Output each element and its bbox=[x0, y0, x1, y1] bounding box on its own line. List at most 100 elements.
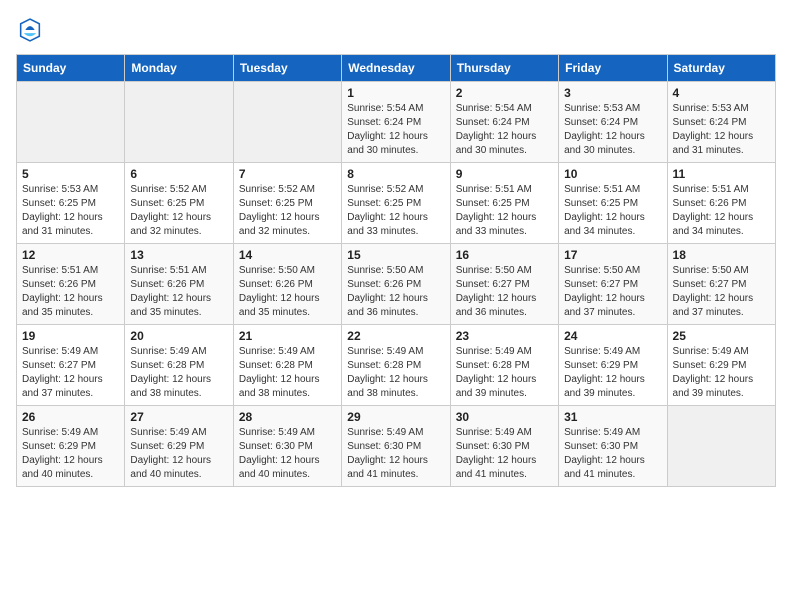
day-info: Sunrise: 5:49 AM Sunset: 6:28 PM Dayligh… bbox=[130, 345, 227, 401]
calendar-cell: 28Sunrise: 5:49 AM Sunset: 6:30 PM Dayli… bbox=[233, 406, 341, 487]
calendar-cell: 29 Sunrise: 5:49 AM Sunset: 6:30 PM Dayli… bbox=[342, 406, 450, 487]
calendar-cell: 8Sunrise: 5:52 AM Sunset: 6:25 PM Daylig… bbox=[342, 163, 450, 244]
day-info: Sunrise: 5:51 AM Sunset: 6:26 PM Dayligh… bbox=[22, 264, 119, 320]
calendar-cell: 2 Sunrise: 5:54 AM Sunset: 6:24 PM Daylig… bbox=[450, 82, 558, 163]
logo bbox=[16, 16, 48, 44]
day-info: Sunrise: 5:51 AM Sunset: 6:25 PM Dayligh… bbox=[564, 183, 661, 239]
calendar-week-row: 5 Sunrise: 5:53 AM Sunset: 6:25 PM Daylig… bbox=[17, 163, 776, 244]
calendar-cell: 20 Sunrise: 5:49 AM Sunset: 6:28 PM Dayli… bbox=[125, 325, 233, 406]
day-info: Sunrise: 5:51 AM Sunset: 6:26 PM Dayligh… bbox=[673, 183, 770, 239]
day-info: Sunrise: 5:50 AM Sunset: 6:27 PM Dayligh… bbox=[673, 264, 770, 320]
day-info: Sunrise: 5:49 AM Sunset: 6:30 PM Dayligh… bbox=[347, 426, 444, 482]
day-info: Sunrise: 5:49 AM Sunset: 6:28 PM Dayligh… bbox=[239, 345, 336, 401]
day-number: 29 bbox=[347, 410, 444, 424]
calendar-cell bbox=[125, 82, 233, 163]
day-info: Sunrise: 5:49 AM Sunset: 6:28 PM Dayligh… bbox=[456, 345, 553, 401]
day-info: Sunrise: 5:49 AM Sunset: 6:29 PM Dayligh… bbox=[673, 345, 770, 401]
day-info: Sunrise: 5:49 AM Sunset: 6:30 PM Dayligh… bbox=[564, 426, 661, 482]
day-number: 7 bbox=[239, 167, 336, 181]
calendar-cell: 15Sunrise: 5:50 AM Sunset: 6:26 PM Dayli… bbox=[342, 244, 450, 325]
day-number: 9 bbox=[456, 167, 553, 181]
calendar-cell bbox=[17, 82, 125, 163]
weekday-header-row: SundayMondayTuesdayWednesdayThursdayFrid… bbox=[17, 55, 776, 82]
weekday-header-sunday: Sunday bbox=[17, 55, 125, 82]
day-info: Sunrise: 5:52 AM Sunset: 6:25 PM Dayligh… bbox=[239, 183, 336, 239]
day-number: 14 bbox=[239, 248, 336, 262]
calendar-cell: 13 Sunrise: 5:51 AM Sunset: 6:26 PM Dayli… bbox=[125, 244, 233, 325]
day-number: 24 bbox=[564, 329, 661, 343]
day-info: Sunrise: 5:49 AM Sunset: 6:29 PM Dayligh… bbox=[130, 426, 227, 482]
day-number: 18 bbox=[673, 248, 770, 262]
weekday-header-wednesday: Wednesday bbox=[342, 55, 450, 82]
calendar-cell: 6Sunrise: 5:52 AM Sunset: 6:25 PM Daylig… bbox=[125, 163, 233, 244]
calendar-week-row: 1 Sunrise: 5:54 AM Sunset: 6:24 PM Daylig… bbox=[17, 82, 776, 163]
calendar-cell: 7 Sunrise: 5:52 AM Sunset: 6:25 PM Daylig… bbox=[233, 163, 341, 244]
calendar-cell: 12Sunrise: 5:51 AM Sunset: 6:26 PM Dayli… bbox=[17, 244, 125, 325]
day-number: 25 bbox=[673, 329, 770, 343]
calendar-cell: 22 Sunrise: 5:49 AM Sunset: 6:28 PM Dayli… bbox=[342, 325, 450, 406]
day-info: Sunrise: 5:53 AM Sunset: 6:24 PM Dayligh… bbox=[564, 102, 661, 158]
day-number: 1 bbox=[347, 86, 444, 100]
day-info: Sunrise: 5:53 AM Sunset: 6:24 PM Dayligh… bbox=[673, 102, 770, 158]
calendar-cell: 17 Sunrise: 5:50 AM Sunset: 6:27 PM Dayli… bbox=[559, 244, 667, 325]
calendar-cell: 16Sunrise: 5:50 AM Sunset: 6:27 PM Dayli… bbox=[450, 244, 558, 325]
day-info: Sunrise: 5:50 AM Sunset: 6:26 PM Dayligh… bbox=[239, 264, 336, 320]
day-info: Sunrise: 5:49 AM Sunset: 6:30 PM Dayligh… bbox=[456, 426, 553, 482]
page-header bbox=[16, 16, 776, 44]
day-number: 2 bbox=[456, 86, 553, 100]
weekday-header-thursday: Thursday bbox=[450, 55, 558, 82]
weekday-header-saturday: Saturday bbox=[667, 55, 775, 82]
day-info: Sunrise: 5:49 AM Sunset: 6:30 PM Dayligh… bbox=[239, 426, 336, 482]
calendar-cell: 14 Sunrise: 5:50 AM Sunset: 6:26 PM Dayli… bbox=[233, 244, 341, 325]
calendar-cell: 26Sunrise: 5:49 AM Sunset: 6:29 PM Dayli… bbox=[17, 406, 125, 487]
calendar-cell: 30 Sunrise: 5:49 AM Sunset: 6:30 PM Dayli… bbox=[450, 406, 558, 487]
day-number: 20 bbox=[130, 329, 227, 343]
day-number: 19 bbox=[22, 329, 119, 343]
day-number: 3 bbox=[564, 86, 661, 100]
weekday-header-monday: Monday bbox=[125, 55, 233, 82]
calendar-cell: 3 Sunrise: 5:53 AM Sunset: 6:24 PM Daylig… bbox=[559, 82, 667, 163]
day-info: Sunrise: 5:50 AM Sunset: 6:26 PM Dayligh… bbox=[347, 264, 444, 320]
day-info: Sunrise: 5:50 AM Sunset: 6:27 PM Dayligh… bbox=[456, 264, 553, 320]
day-number: 31 bbox=[564, 410, 661, 424]
day-number: 10 bbox=[564, 167, 661, 181]
day-number: 11 bbox=[673, 167, 770, 181]
calendar-cell bbox=[233, 82, 341, 163]
day-info: Sunrise: 5:54 AM Sunset: 6:24 PM Dayligh… bbox=[456, 102, 553, 158]
calendar-cell: 5 Sunrise: 5:53 AM Sunset: 6:25 PM Daylig… bbox=[17, 163, 125, 244]
calendar-table: SundayMondayTuesdayWednesdayThursdayFrid… bbox=[16, 54, 776, 487]
day-info: Sunrise: 5:50 AM Sunset: 6:27 PM Dayligh… bbox=[564, 264, 661, 320]
day-number: 27 bbox=[130, 410, 227, 424]
day-info: Sunrise: 5:51 AM Sunset: 6:25 PM Dayligh… bbox=[456, 183, 553, 239]
day-number: 22 bbox=[347, 329, 444, 343]
calendar-cell: 4 Sunrise: 5:53 AM Sunset: 6:24 PM Daylig… bbox=[667, 82, 775, 163]
day-number: 13 bbox=[130, 248, 227, 262]
logo-icon bbox=[16, 16, 44, 44]
day-info: Sunrise: 5:49 AM Sunset: 6:29 PM Dayligh… bbox=[564, 345, 661, 401]
day-info: Sunrise: 5:49 AM Sunset: 6:27 PM Dayligh… bbox=[22, 345, 119, 401]
day-number: 30 bbox=[456, 410, 553, 424]
calendar-week-row: 12Sunrise: 5:51 AM Sunset: 6:26 PM Dayli… bbox=[17, 244, 776, 325]
day-info: Sunrise: 5:52 AM Sunset: 6:25 PM Dayligh… bbox=[347, 183, 444, 239]
day-number: 4 bbox=[673, 86, 770, 100]
calendar-cell: 21 Sunrise: 5:49 AM Sunset: 6:28 PM Dayli… bbox=[233, 325, 341, 406]
calendar-cell bbox=[667, 406, 775, 487]
day-info: Sunrise: 5:49 AM Sunset: 6:28 PM Dayligh… bbox=[347, 345, 444, 401]
day-number: 23 bbox=[456, 329, 553, 343]
weekday-header-friday: Friday bbox=[559, 55, 667, 82]
day-info: Sunrise: 5:53 AM Sunset: 6:25 PM Dayligh… bbox=[22, 183, 119, 239]
calendar-cell: 9 Sunrise: 5:51 AM Sunset: 6:25 PM Daylig… bbox=[450, 163, 558, 244]
day-number: 17 bbox=[564, 248, 661, 262]
calendar-cell: 19 Sunrise: 5:49 AM Sunset: 6:27 PM Dayli… bbox=[17, 325, 125, 406]
day-info: Sunrise: 5:51 AM Sunset: 6:26 PM Dayligh… bbox=[130, 264, 227, 320]
day-info: Sunrise: 5:54 AM Sunset: 6:24 PM Dayligh… bbox=[347, 102, 444, 158]
calendar-cell: 27 Sunrise: 5:49 AM Sunset: 6:29 PM Dayli… bbox=[125, 406, 233, 487]
day-number: 21 bbox=[239, 329, 336, 343]
calendar-cell: 1 Sunrise: 5:54 AM Sunset: 6:24 PM Daylig… bbox=[342, 82, 450, 163]
calendar-week-row: 26 Sunrise: 5:49 AM Sunset: 6:29 PM Dayli… bbox=[17, 406, 776, 487]
weekday-header-tuesday: Tuesday bbox=[233, 55, 341, 82]
day-number: 26 bbox=[22, 410, 119, 424]
day-number: 5 bbox=[22, 167, 119, 181]
calendar-cell: 31 Sunrise: 5:49 AM Sunset: 6:30 PM Dayli… bbox=[559, 406, 667, 487]
calendar-cell: 25 Sunrise: 5:49 AM Sunset: 6:29 PM Dayli… bbox=[667, 325, 775, 406]
